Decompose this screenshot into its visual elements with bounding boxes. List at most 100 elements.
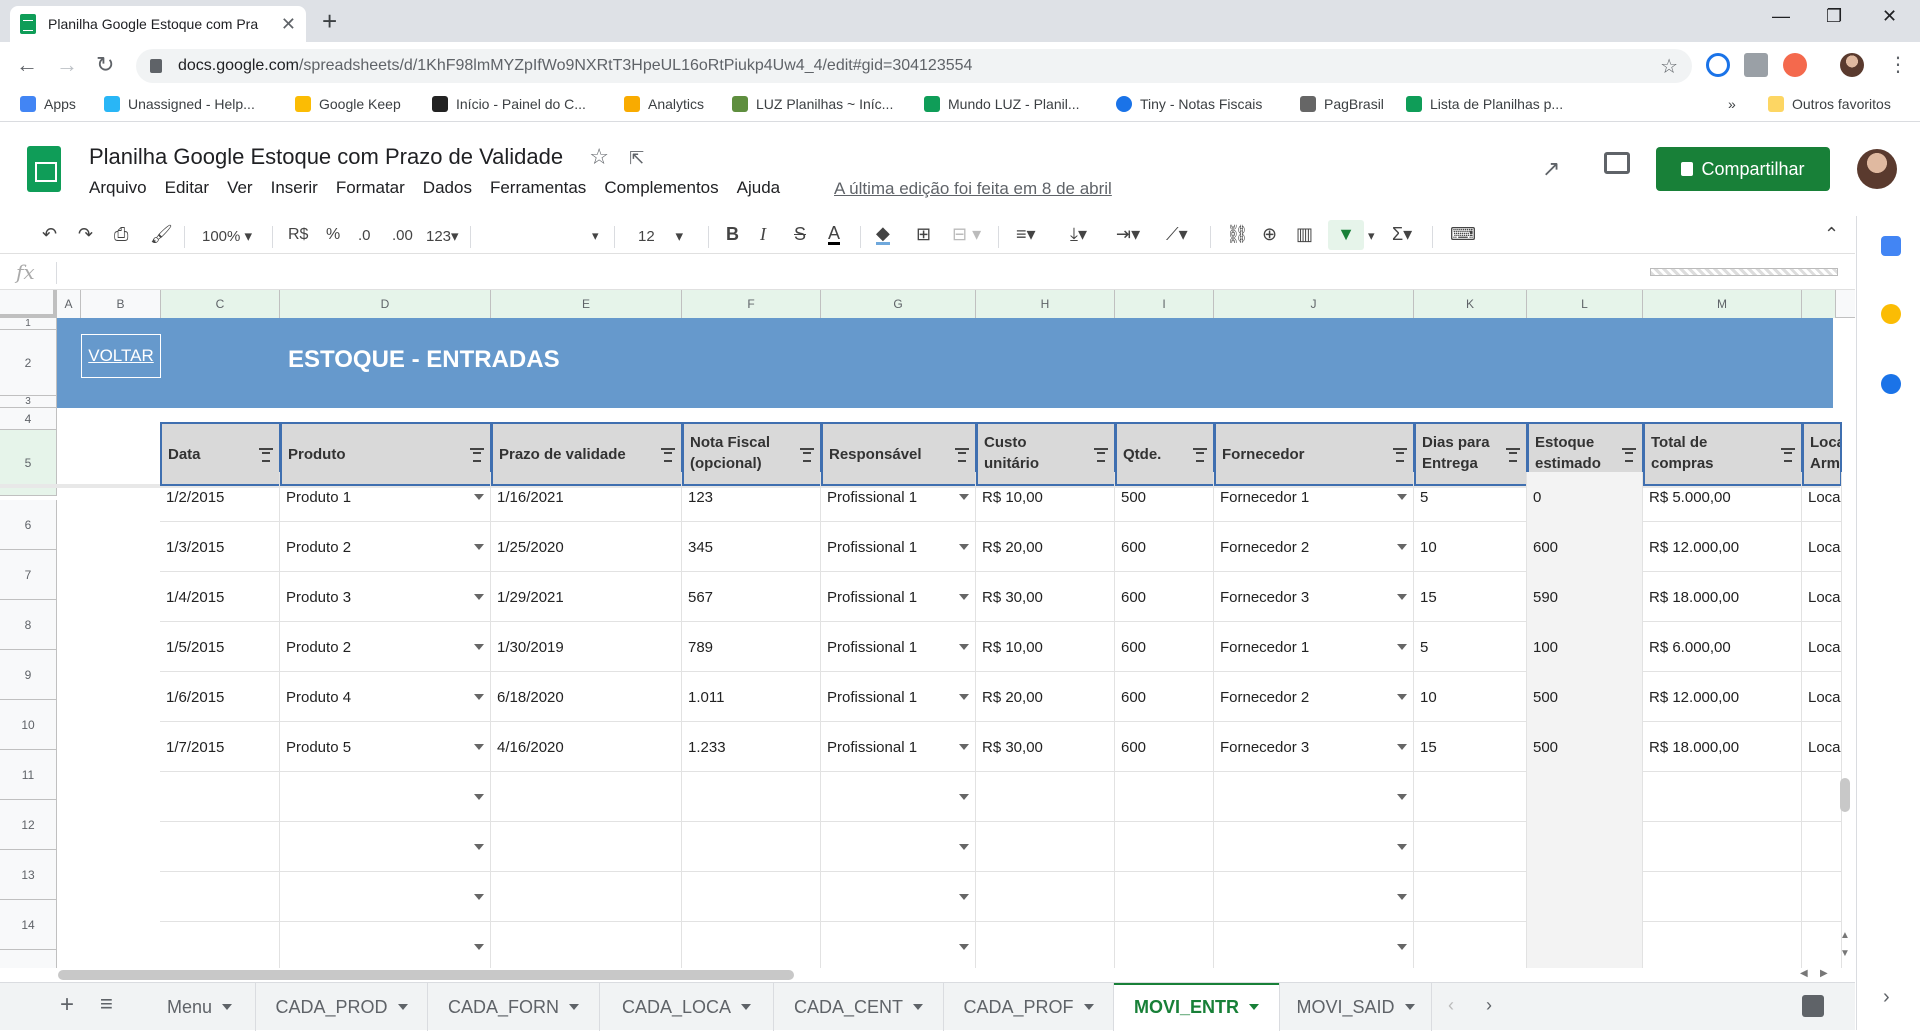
table-cell[interactable]: 1/6/2015: [160, 672, 280, 722]
back-icon[interactable]: ←: [16, 52, 38, 78]
format-currency-button[interactable]: R$: [288, 226, 308, 244]
table-cell[interactable]: [1802, 772, 1842, 822]
table-cell[interactable]: 600: [1115, 572, 1214, 622]
bookmark-mundo-luz[interactable]: Mundo LUZ - Planil...: [924, 96, 1080, 112]
table-cell[interactable]: Loca: [1802, 722, 1842, 772]
table-cell[interactable]: R$ 30,00: [976, 722, 1115, 772]
table-cell[interactable]: 789: [682, 622, 821, 672]
minimize-icon[interactable]: —: [1772, 6, 1790, 27]
table-cell[interactable]: [976, 872, 1115, 922]
merge-cells-icon[interactable]: ⊟ ▾: [952, 224, 981, 245]
table-cell[interactable]: Loca: [1802, 622, 1842, 672]
table-cell[interactable]: 600: [1115, 622, 1214, 672]
table-cell[interactable]: 1/16/2021: [491, 472, 682, 522]
table-cell[interactable]: Fornecedor 1: [1214, 472, 1414, 522]
filter-icon[interactable]: [1781, 448, 1795, 462]
table-cell[interactable]: 345: [682, 522, 821, 572]
table-cell[interactable]: [1802, 822, 1842, 872]
table-cell[interactable]: 10: [1414, 672, 1527, 722]
table-cell[interactable]: [1214, 822, 1414, 872]
table-cell[interactable]: [491, 822, 682, 872]
explore-icon[interactable]: [1802, 995, 1824, 1017]
filter-icon[interactable]: [955, 448, 969, 462]
password-extension-icon[interactable]: [1706, 53, 1730, 77]
table-cell[interactable]: Fornecedor 1: [1214, 622, 1414, 672]
bold-icon[interactable]: B: [726, 224, 739, 245]
table-cell[interactable]: 5: [1414, 622, 1527, 672]
table-cell[interactable]: [821, 822, 976, 872]
font-family-select[interactable]: ▾: [592, 228, 599, 244]
column-header-i[interactable]: I: [1115, 290, 1214, 318]
menu-dados[interactable]: Dados: [423, 178, 472, 198]
scroll-right-icon[interactable]: ▶: [1820, 968, 1828, 979]
new-tab-icon[interactable]: +: [322, 6, 337, 37]
table-cell[interactable]: 4/16/2020: [491, 722, 682, 772]
formula-bar[interactable]: fx: [0, 256, 1855, 290]
table-cell[interactable]: 1.233: [682, 722, 821, 772]
dropdown-arrow-icon[interactable]: [959, 944, 969, 950]
table-cell[interactable]: R$ 20,00: [976, 522, 1115, 572]
table-cell[interactable]: Fornecedor 3: [1214, 722, 1414, 772]
expand-panel-icon[interactable]: ›: [1883, 986, 1890, 1009]
sheet-tab-cada-prof[interactable]: CADA_PROF: [944, 983, 1114, 1031]
table-cell[interactable]: [280, 772, 491, 822]
bookmark-analytics[interactable]: Analytics: [624, 96, 704, 112]
table-cell[interactable]: 10: [1414, 522, 1527, 572]
row-header[interactable]: 13: [0, 850, 57, 900]
table-cell[interactable]: 1/3/2015: [160, 522, 280, 572]
last-edit-link[interactable]: A última edição foi feita em 8 de abril: [834, 179, 1112, 199]
forward-icon[interactable]: →: [56, 52, 78, 78]
activity-trend-icon[interactable]: ↗: [1542, 156, 1560, 182]
dropdown-arrow-icon[interactable]: [1397, 494, 1407, 500]
dropdown-arrow-icon[interactable]: [1397, 644, 1407, 650]
dropdown-arrow-icon[interactable]: [1397, 944, 1407, 950]
table-cell[interactable]: 600: [1115, 522, 1214, 572]
bookmark-luz-planilhas[interactable]: LUZ Planilhas ~ Iníc...: [732, 96, 893, 112]
notes-extension-icon[interactable]: [1744, 53, 1768, 77]
filter-icon[interactable]: [1393, 448, 1407, 462]
column-header-c[interactable]: C: [161, 290, 280, 318]
dropdown-arrow-icon[interactable]: [959, 494, 969, 500]
row-header[interactable]: 10: [0, 700, 57, 750]
table-cell[interactable]: [1643, 922, 1802, 968]
filter-icon[interactable]: [1094, 448, 1108, 462]
bookmark-painel[interactable]: Início - Painel do C...: [432, 96, 586, 112]
bookmark-pagbrasil[interactable]: PagBrasil: [1300, 96, 1384, 112]
select-all-corner[interactable]: [0, 290, 57, 318]
table-cell[interactable]: [160, 872, 280, 922]
table-cell[interactable]: 590: [1527, 572, 1643, 622]
table-cell[interactable]: [682, 922, 821, 968]
scroll-left-icon[interactable]: ◀: [1800, 968, 1808, 979]
table-cell[interactable]: [280, 872, 491, 922]
dropdown-arrow-icon[interactable]: [474, 544, 484, 550]
dropdown-arrow-icon[interactable]: [959, 794, 969, 800]
table-cell[interactable]: Profissional 1: [821, 672, 976, 722]
increase-decimal-button[interactable]: .00: [392, 227, 413, 244]
table-cell[interactable]: [1214, 772, 1414, 822]
table-cell[interactable]: R$ 12.000,00: [1643, 672, 1802, 722]
menu-formatar[interactable]: Formatar: [336, 178, 405, 198]
dropdown-arrow-icon[interactable]: [1397, 694, 1407, 700]
bookmark-unassigned[interactable]: Unassigned - Help...: [104, 96, 255, 112]
dropdown-arrow-icon[interactable]: [474, 644, 484, 650]
row-header[interactable]: 7: [0, 550, 57, 600]
calendar-icon[interactable]: [1881, 236, 1901, 256]
table-cell[interactable]: Profissional 1: [821, 722, 976, 772]
column-header-m[interactable]: M: [1643, 290, 1802, 318]
table-cell[interactable]: [821, 872, 976, 922]
menu-ferramentas[interactable]: Ferramentas: [490, 178, 586, 198]
profile-avatar-icon[interactable]: [1840, 53, 1864, 77]
close-window-icon[interactable]: ✕: [1882, 6, 1897, 27]
table-cell[interactable]: Profissional 1: [821, 622, 976, 672]
table-cell[interactable]: Produto 1: [280, 472, 491, 522]
column-header-j[interactable]: J: [1214, 290, 1414, 318]
bookmark-apps[interactable]: Apps: [20, 96, 76, 112]
table-cell[interactable]: Loca: [1802, 472, 1842, 522]
column-header-k[interactable]: K: [1414, 290, 1527, 318]
table-cell[interactable]: R$ 6.000,00: [1643, 622, 1802, 672]
dropdown-arrow-icon[interactable]: [1397, 844, 1407, 850]
dropdown-arrow-icon[interactable]: [959, 594, 969, 600]
table-cell[interactable]: 1/29/2021: [491, 572, 682, 622]
keep-icon[interactable]: [1881, 304, 1901, 324]
row-header[interactable]: 6: [0, 500, 57, 550]
